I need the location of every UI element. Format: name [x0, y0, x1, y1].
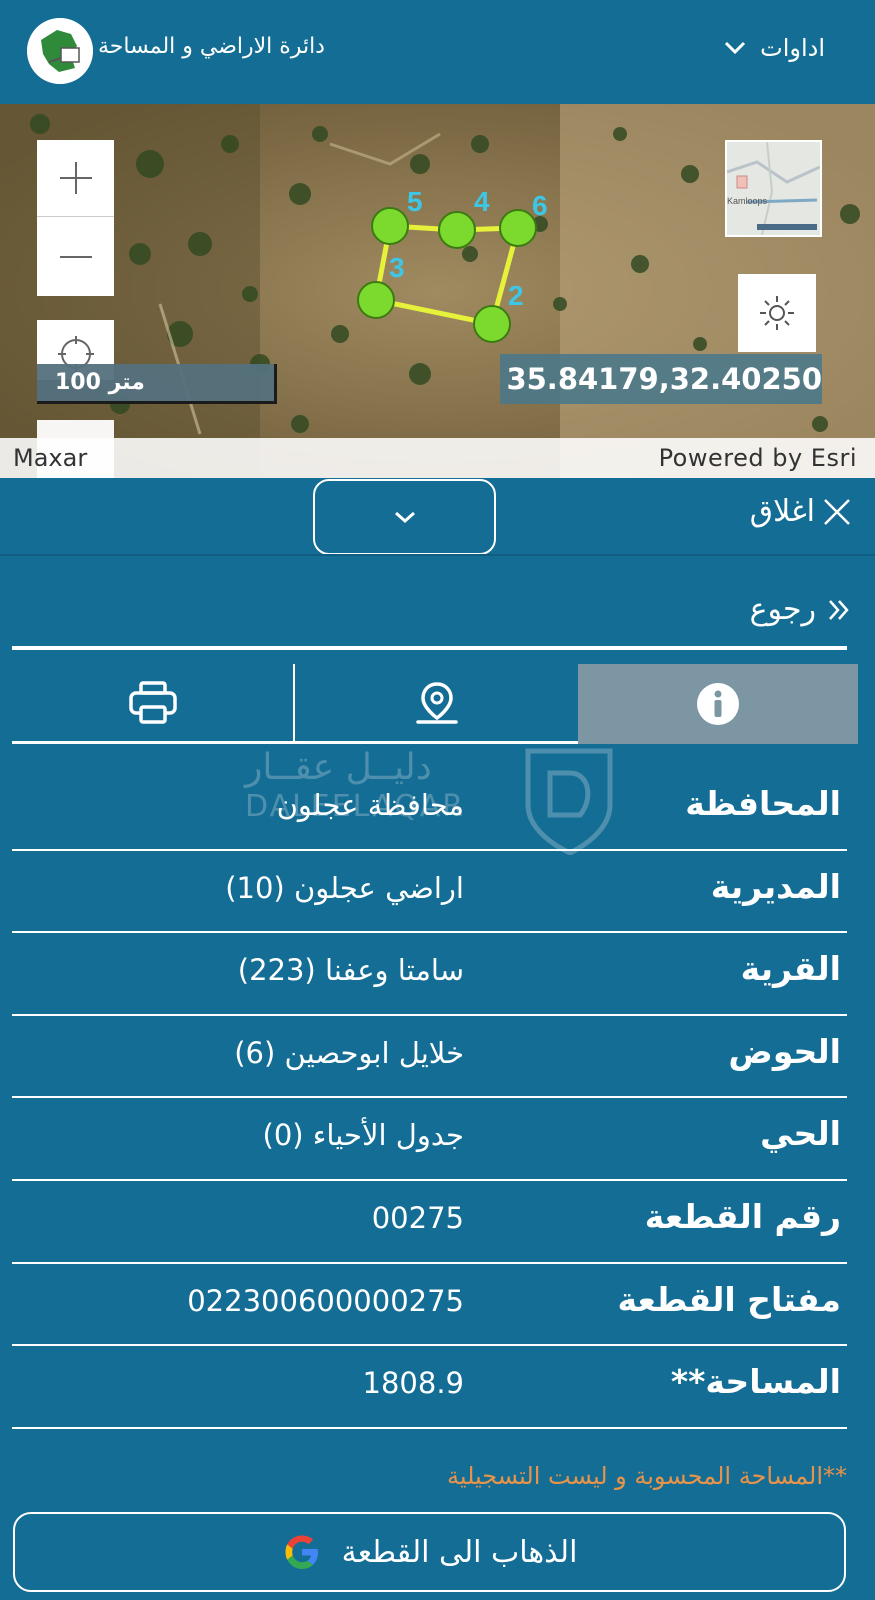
back-underline — [12, 646, 847, 650]
sun-icon — [760, 296, 794, 330]
info-value: 00275 — [371, 1200, 464, 1235]
info-label: المساحة** — [670, 1362, 841, 1402]
info-label: القرية — [740, 949, 841, 989]
vertex-label: 2 — [508, 280, 524, 311]
info-row-parcel-number: رقم القطعة 00275 — [12, 1181, 847, 1264]
area-footnote: **المساحة المحسوبة و ليست التسجيلية — [446, 1462, 847, 1490]
zoom-controls — [37, 140, 114, 296]
app-header: دائرة الاراضي و المساحة اداوات — [0, 0, 875, 104]
info-label: المديرية — [710, 866, 841, 906]
zoom-in-button[interactable] — [37, 140, 114, 217]
plus-icon — [59, 162, 92, 194]
brightness-toggle-button[interactable] — [738, 274, 816, 352]
go-to-parcel-button[interactable]: الذهاب الى القطعة — [13, 1512, 846, 1592]
info-label: الحي — [760, 1114, 841, 1154]
jordan-map-logo-icon — [27, 18, 93, 84]
overview-map-image — [727, 142, 820, 235]
scale-bar: 100 متر — [37, 364, 277, 404]
panel-divider — [0, 554, 875, 556]
info-row-parcel-key: مفتاح القطعة 022300600000275 — [12, 1264, 847, 1347]
info-label: رقم القطعة — [644, 1196, 841, 1236]
info-row-village: القرية سامتا وعفنا (223) — [12, 933, 847, 1016]
panel-handle-row: اغلاق — [0, 478, 875, 555]
info-label: مفتاح القطعة — [617, 1279, 841, 1319]
parcel-info-table: المحافظة محافظة عجلون المديرية اراضي عجل… — [12, 768, 847, 1429]
tools-menu-button[interactable]: اداوات — [724, 34, 825, 62]
info-icon — [697, 683, 739, 725]
close-icon — [824, 498, 850, 525]
minus-icon — [59, 255, 92, 258]
minimap-place-label: Kamloops — [727, 196, 768, 206]
vertex-label: 5 — [407, 186, 423, 217]
close-button[interactable]: اغلاق — [750, 494, 853, 529]
satellite-map[interactable]: 5 4 6 3 2 100 متر Kamloops 35.84179,32.4 — [0, 104, 875, 478]
info-value: 1808.9 — [362, 1366, 464, 1401]
vertex-label: 3 — [389, 252, 405, 283]
vertex-label: 4 — [474, 186, 490, 217]
zoom-out-button[interactable] — [37, 218, 114, 295]
vertex-label: 6 — [532, 190, 548, 221]
printer-icon — [128, 680, 177, 724]
info-value: خلايل ابوحصين (6) — [234, 1035, 464, 1070]
attribution-maxar: Maxar — [13, 444, 88, 472]
info-label: المحافظة — [685, 784, 841, 823]
google-icon — [285, 1535, 318, 1569]
close-label: اغلاق — [749, 494, 815, 529]
info-value: سامتا وعفنا (223) — [237, 953, 464, 988]
back-label: رجوع — [749, 592, 816, 627]
double-chevron-right-icon — [829, 599, 849, 620]
go-to-parcel-label: الذهاب الى القطعة — [341, 1534, 578, 1570]
tab-print[interactable] — [12, 664, 295, 744]
back-button[interactable]: رجوع — [750, 592, 852, 627]
info-value: جدول الأحياء (0) — [262, 1118, 464, 1153]
info-value: محافظة عجلون — [276, 788, 464, 822]
overview-minimap[interactable]: Kamloops — [725, 140, 822, 237]
tab-location[interactable] — [295, 664, 578, 744]
app-title: دائرة الاراضي و المساحة — [98, 34, 325, 59]
info-row-neighborhood: الحي جدول الأحياء (0) — [12, 1098, 847, 1181]
chevron-down-icon — [725, 41, 746, 55]
location-pin-icon — [415, 681, 458, 724]
chevron-down-icon — [394, 511, 415, 524]
collapse-panel-button[interactable] — [313, 479, 496, 555]
tab-info[interactable] — [578, 664, 858, 744]
info-value: 022300600000275 — [187, 1283, 464, 1318]
info-row-basin: الحوض خلايل ابوحصين (6) — [12, 1016, 847, 1099]
info-row-area: المساحة** 1808.9 — [12, 1346, 847, 1429]
coordinates-readout: 35.84179,32.40250 — [500, 354, 822, 404]
info-value: اراضي عجلون (10) — [225, 870, 464, 905]
info-row-governorate: المحافظة محافظة عجلون — [12, 768, 847, 851]
info-row-directorate: المديرية اراضي عجلون (10) — [12, 851, 847, 934]
panel-tabs — [12, 664, 858, 744]
attribution-esri[interactable]: Powered by Esri — [659, 438, 857, 478]
map-attribution: Maxar Powered by Esri — [0, 438, 875, 478]
tools-menu-label: اداوات — [760, 34, 825, 62]
info-label: الحوض — [728, 1031, 841, 1071]
